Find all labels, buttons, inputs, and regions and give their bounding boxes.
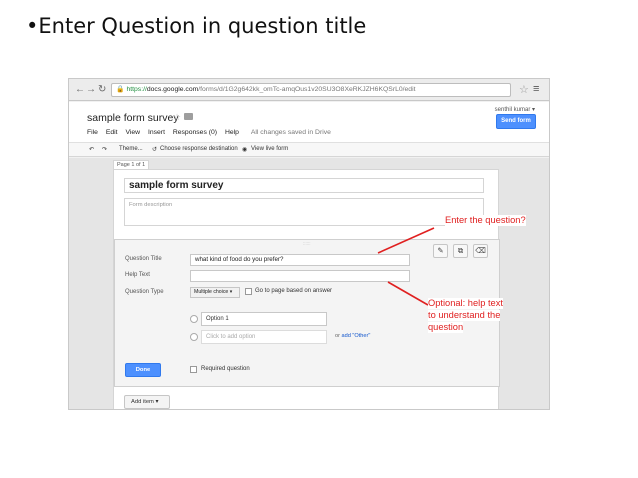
help-text-input[interactable]: [190, 270, 410, 282]
toolbar: ↶ ↷ Theme... ↺ Choose response destinati…: [69, 142, 549, 157]
option-1-radio: [190, 315, 198, 323]
redo-icon[interactable]: ↷: [102, 146, 107, 153]
done-button[interactable]: Done: [125, 363, 161, 377]
menu-help[interactable]: Help: [225, 129, 239, 136]
document-title[interactable]: sample form survey: [87, 112, 179, 124]
view-live-form-button[interactable]: View live form: [251, 146, 288, 152]
menu-edit[interactable]: Edit: [106, 129, 118, 136]
send-form-button[interactable]: Send form: [496, 114, 536, 129]
page-branch-checkbox[interactable]: [245, 288, 252, 295]
annotation-help-text-line-3: question: [428, 322, 464, 333]
browser-menu-icon[interactable]: ≡: [533, 83, 539, 95]
page-branch-label: Go to page based on answer: [255, 288, 333, 294]
choose-destination-button[interactable]: Choose response destination: [160, 146, 238, 152]
annotation-enter-question: Enter the question?: [445, 215, 526, 226]
annotation-help-text-line-2: to understand the: [428, 310, 501, 321]
browser-screenshot: ← → ↻ 🔒 https://docs.google.com/forms/d/1…: [68, 78, 550, 410]
url-field[interactable]: 🔒 https://docs.google.com/forms/d/1G2g642…: [111, 83, 511, 97]
save-status: All changes saved in Drive: [250, 129, 331, 136]
edit-pencil-icon[interactable]: ✎: [433, 244, 448, 258]
annotation-help-text-line-1: Optional: help text: [428, 298, 503, 309]
back-arrow-icon[interactable]: ←: [75, 84, 85, 96]
question-title-input[interactable]: what kind of food do you prefer?: [190, 254, 410, 266]
add-item-button[interactable]: Add item ▾: [124, 395, 170, 409]
add-option-radio: [190, 333, 198, 341]
menu-responses[interactable]: Responses (0): [173, 129, 217, 136]
drag-handle-icon[interactable]: ::::::: [303, 241, 311, 246]
form-sheet: sample form survey Form description ∗ ::…: [113, 169, 500, 409]
folder-icon[interactable]: [184, 113, 193, 120]
theme-button[interactable]: Theme...: [119, 146, 143, 152]
menu-file[interactable]: File: [87, 129, 98, 136]
browser-address-bar: ← → ↻ 🔒 https://docs.google.com/forms/d/1…: [69, 79, 549, 101]
required-checkbox[interactable]: [190, 366, 197, 373]
help-text-label: Help Text: [125, 272, 150, 278]
question-type-select[interactable]: Multiple choice ▾: [190, 287, 240, 298]
form-canvas: Page 1 of 1 sample form survey Form desc…: [69, 158, 549, 409]
star-icon[interactable]: ☆: [173, 112, 181, 123]
required-label: Required question: [201, 366, 250, 372]
menu-bar: File Edit View Insert Responses (0) Help…: [87, 129, 337, 139]
add-option-input[interactable]: Click to add option: [201, 330, 327, 344]
question-type-label: Question Type: [125, 289, 164, 295]
form-title-input[interactable]: sample form survey: [124, 178, 484, 193]
form-description-placeholder: Form description: [129, 202, 173, 208]
menu-view[interactable]: View: [125, 129, 140, 136]
duplicate-icon[interactable]: ⧉: [453, 244, 468, 258]
response-destination-icon: ↺: [152, 147, 158, 153]
view-live-icon: ◉: [242, 147, 248, 153]
reload-icon[interactable]: ↻: [98, 84, 106, 96]
slide-title: •Enter Question in question title: [26, 14, 367, 38]
option-1-input[interactable]: Option 1: [201, 312, 327, 326]
add-other-link[interactable]: add "Other": [342, 333, 371, 339]
undo-icon[interactable]: ↶: [89, 146, 94, 153]
user-account[interactable]: senthil kumar ▾: [495, 106, 535, 113]
menu-insert[interactable]: Insert: [148, 129, 165, 136]
forms-header: sample form survey ☆ senthil kumar ▾ Sen…: [69, 102, 549, 142]
bookmark-star-icon[interactable]: ☆: [519, 83, 529, 96]
question-title-label: Question Title: [125, 256, 162, 262]
add-other-text: or add "Other": [335, 333, 371, 339]
forward-arrow-icon[interactable]: →: [86, 84, 96, 96]
delete-trash-icon[interactable]: ⌫: [473, 244, 488, 258]
lock-icon: 🔒: [116, 86, 125, 93]
form-description-input[interactable]: Form description ∗: [124, 198, 484, 226]
